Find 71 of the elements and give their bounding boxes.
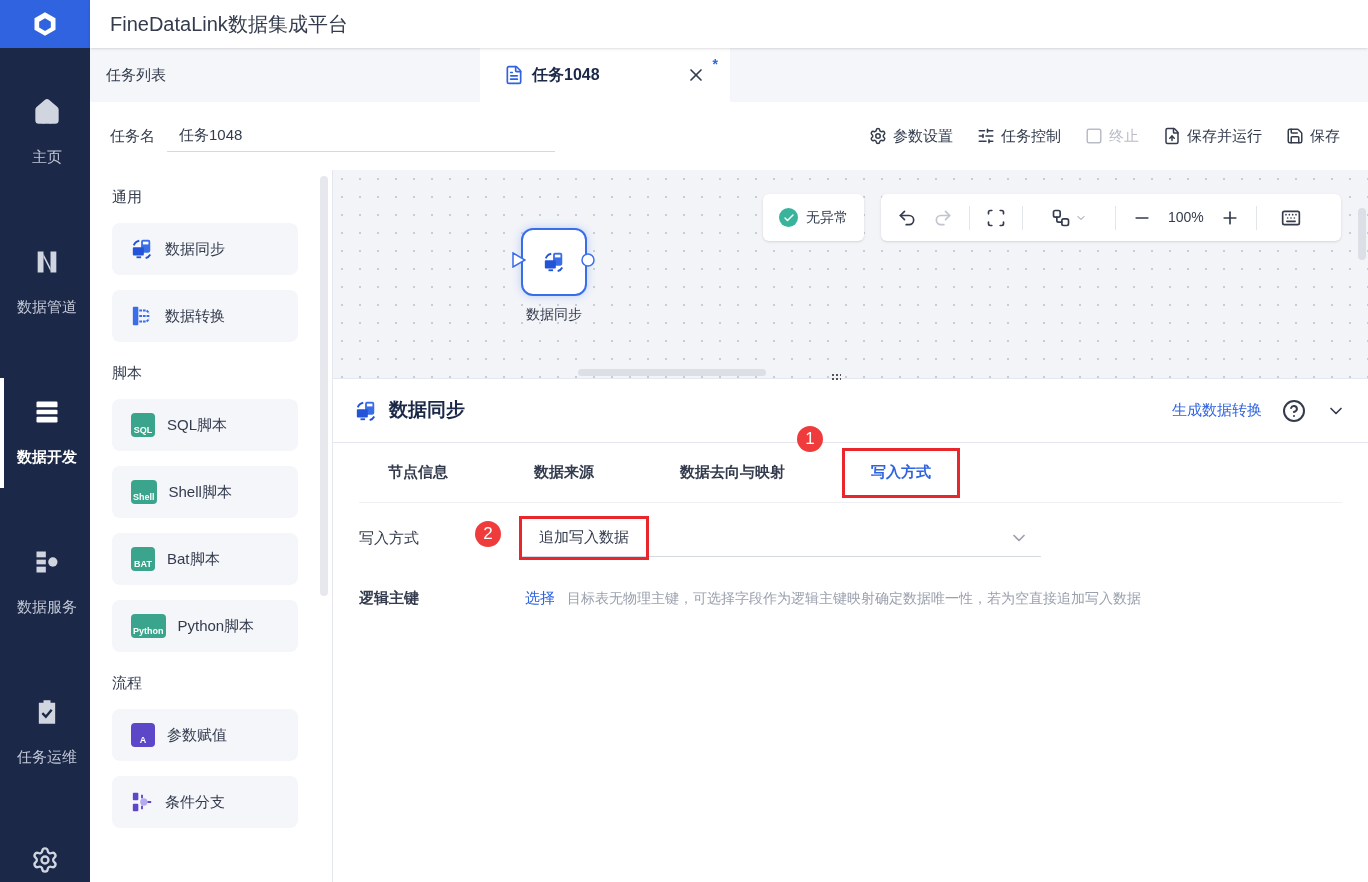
node-label: 数据同步 — [526, 305, 582, 324]
zoom-level: 100% — [1168, 208, 1204, 227]
document-tab[interactable]: 任务列表 — [90, 48, 480, 102]
script-file-icon: Shell — [131, 480, 157, 504]
panel-tab[interactable]: 写入方式 — [842, 447, 960, 498]
flow-node[interactable] — [521, 228, 587, 296]
field-label: 写入方式 — [359, 529, 419, 546]
output-port-icon[interactable] — [581, 253, 595, 267]
help-icon[interactable] — [1282, 398, 1306, 423]
check-badge-icon — [779, 208, 798, 227]
assign-icon: A — [131, 723, 155, 747]
settings-icon[interactable] — [31, 846, 59, 874]
nav-item[interactable]: 任务运维 — [0, 678, 90, 788]
settings-icon — [869, 127, 887, 145]
palette-item[interactable]: Shell Shell脚本 — [112, 466, 298, 518]
step-badge: 1 — [797, 426, 823, 452]
hint-text: 目标表无物理主键，可选择字段作为逻辑主键映射确定数据唯一性，若为空直接追加写入数据 — [567, 588, 1141, 608]
script-file-icon: BAT — [131, 547, 155, 571]
document-icon — [504, 65, 524, 85]
sync-computer-icon — [131, 238, 153, 260]
generate-link[interactable]: 生成数据转换 — [1172, 399, 1262, 422]
toolbar-button[interactable]: 参数设置 — [869, 124, 953, 148]
nav-item[interactable]: 数据管道 — [0, 228, 90, 338]
selected-value: 追加写入数据 — [519, 515, 649, 560]
step-badge: 2 — [475, 521, 501, 547]
palette-item[interactable]: 条件分支 — [112, 776, 298, 828]
palette-heading: 流程 — [112, 673, 143, 693]
horizontal-scrollbar[interactable] — [578, 369, 766, 376]
save-icon — [1286, 127, 1304, 145]
scrollbar-thumb[interactable] — [320, 176, 328, 596]
script-file-icon: SQL — [131, 413, 155, 437]
sliders-icon — [977, 127, 995, 145]
panel-tab[interactable]: 节点信息 — [359, 447, 477, 498]
palette-heading: 脚本 — [112, 363, 143, 383]
toolbar-button[interactable]: 任务控制 — [977, 124, 1061, 148]
select-link[interactable]: 选择 — [525, 586, 555, 610]
palette-item[interactable]: 数据同步 — [112, 223, 298, 275]
stop-icon — [1085, 127, 1103, 145]
nav-item[interactable]: 数据开发 — [0, 378, 90, 488]
palette-heading: 通用 — [112, 187, 143, 207]
sync-computer-icon — [355, 399, 377, 422]
modified-mark: * — [712, 55, 718, 74]
write-mode-select[interactable]: 追加写入数据 — [519, 519, 1041, 557]
resize-handle-icon[interactable] — [831, 373, 841, 381]
field-label: 任务名 — [110, 125, 155, 146]
palette-item[interactable]: 数据转换 — [112, 290, 298, 342]
toolbar-button[interactable]: 保存 — [1286, 124, 1340, 148]
palette-item[interactable]: A 参数赋值 — [112, 709, 298, 761]
save-run-icon — [1163, 127, 1181, 145]
fit-view-icon[interactable] — [986, 207, 1006, 228]
panel-title: 数据同步 — [389, 398, 465, 423]
palette-item[interactable]: Python Python脚本 — [112, 600, 298, 652]
nav-item[interactable]: 主页 — [0, 78, 90, 188]
document-tab[interactable]: 任务1048 * — [480, 48, 730, 102]
palette-item[interactable]: SQL SQL脚本 — [112, 399, 298, 451]
app-title: FineDataLink数据集成平台 — [110, 12, 348, 37]
undo-icon[interactable] — [897, 207, 917, 228]
script-file-icon: Python — [131, 614, 166, 638]
nav-item[interactable]: 数据服务 — [0, 528, 90, 638]
palette-item[interactable]: BAT Bat脚本 — [112, 533, 298, 585]
toolbar-button[interactable]: 保存并运行 — [1163, 124, 1262, 148]
connector-icon — [1051, 207, 1071, 228]
sync-computer-icon — [543, 251, 565, 273]
vertical-scrollbar[interactable] — [1358, 208, 1366, 260]
task-name-field[interactable]: 任务1048 — [167, 120, 555, 152]
input-port-icon[interactable] — [512, 252, 526, 268]
branch-icon — [131, 791, 153, 813]
panel-tab[interactable]: 数据来源 — [505, 447, 623, 498]
status-text: 无异常 — [806, 208, 848, 227]
home-icon — [33, 97, 61, 126]
field-label: 逻辑主键 — [359, 589, 419, 606]
